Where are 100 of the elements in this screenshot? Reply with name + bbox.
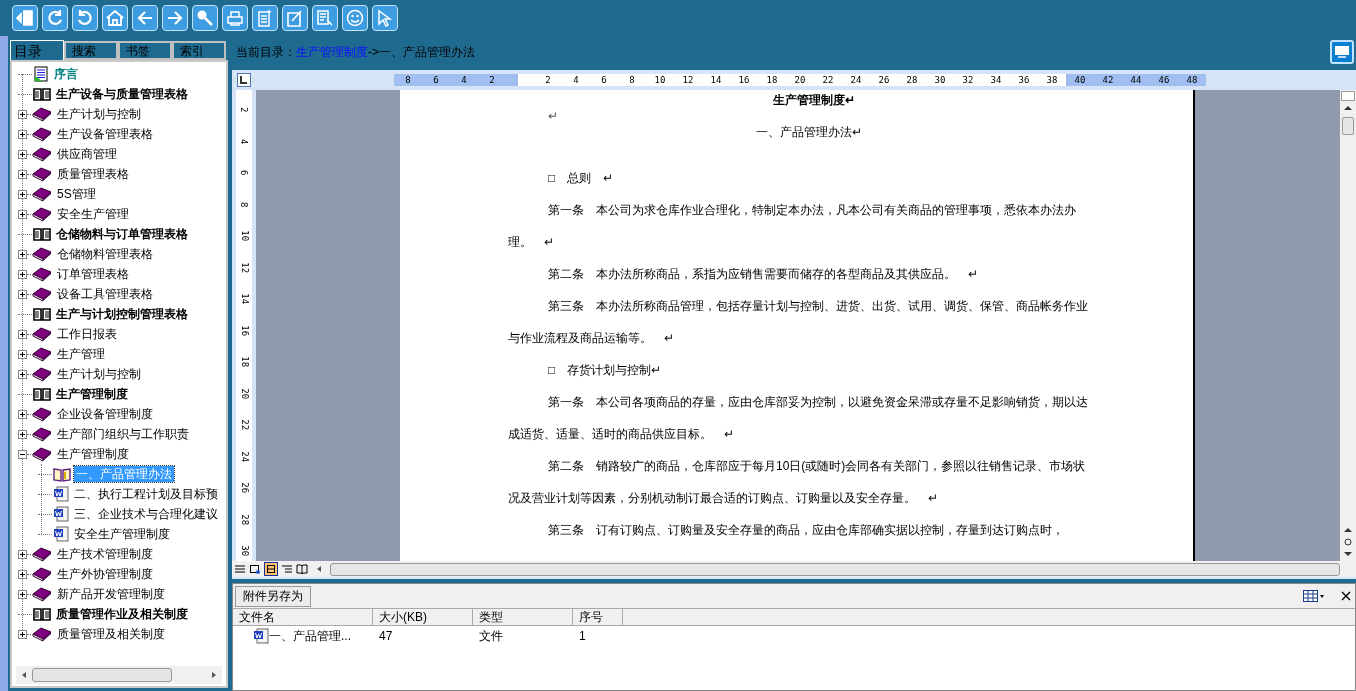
close-icon[interactable] — [1341, 591, 1351, 601]
word-document-icon — [53, 506, 69, 522]
expand-toggle[interactable] — [18, 409, 27, 419]
tree-item[interactable]: 三、企业技术与合理化建议 — [72, 506, 220, 522]
column-header[interactable]: 大小(KB) — [373, 609, 473, 625]
search-button[interactable] — [192, 5, 218, 31]
expand-toggle[interactable] — [18, 209, 27, 219]
expand-toggle[interactable] — [18, 369, 27, 379]
ruler-number: 32 — [961, 74, 975, 86]
edit-button[interactable] — [282, 5, 308, 31]
tree-item[interactable]: 生产外协管理制度 — [55, 566, 155, 582]
scroll-right-icon — [210, 671, 218, 679]
forward-button[interactable] — [162, 5, 188, 31]
web-view-icon[interactable] — [249, 563, 261, 575]
tree-item[interactable]: 生产部门组织与工作职责 — [55, 426, 191, 442]
reload-button[interactable] — [72, 5, 98, 31]
pointer-button[interactable] — [372, 5, 398, 31]
section-heading: □ 存货计划与控制↵ — [547, 362, 663, 379]
document-plus-icon — [256, 9, 274, 27]
refresh-button[interactable] — [42, 5, 68, 31]
tree-item[interactable]: 订单管理表格 — [55, 266, 131, 282]
column-header[interactable]: 类型 — [473, 609, 573, 625]
book-icon — [32, 106, 52, 122]
smiley-icon — [346, 9, 364, 27]
scroll-thumb[interactable] — [1342, 117, 1354, 135]
normal-view-icon[interactable] — [234, 563, 246, 575]
book-icon — [32, 546, 52, 562]
table-cell-text: 47 — [378, 628, 394, 645]
tree-item[interactable]: 工作日报表 — [55, 326, 119, 342]
tree-item[interactable]: 安全生产管理制度 — [72, 526, 172, 542]
tree-item[interactable]: 质量管理及相关制度 — [55, 626, 167, 642]
exit-button[interactable] — [12, 5, 38, 31]
home-button[interactable] — [102, 5, 128, 31]
column-header[interactable]: 序号 — [573, 609, 623, 625]
book-icon — [32, 246, 52, 262]
save-attachment-button[interactable]: 附件另存为 — [235, 585, 311, 607]
expand-toggle[interactable] — [18, 189, 27, 199]
tree-item[interactable]: 5S管理 — [55, 186, 98, 202]
tree-item[interactable]: 生产设备与质量管理表格 — [54, 86, 190, 102]
printer-icon — [226, 9, 244, 27]
sidebar-tab[interactable]: 书签 — [118, 41, 172, 60]
tree-item[interactable]: 安全生产管理 — [55, 206, 131, 222]
expand-toggle[interactable] — [18, 169, 27, 179]
tree-item[interactable]: 质量管理作业及相关制度 — [54, 606, 190, 622]
expand-toggle[interactable] — [18, 569, 27, 579]
table-cell-text: 1 — [578, 628, 587, 645]
expand-toggle[interactable] — [18, 329, 27, 339]
sidebar-tab[interactable]: 索引 — [172, 41, 226, 60]
expand-toggle[interactable] — [18, 129, 27, 139]
tree-item[interactable]: 生产管理 — [55, 346, 107, 362]
back-button[interactable] — [132, 5, 158, 31]
tree-item[interactable]: 生产计划与控制 — [55, 106, 143, 122]
outline-view-icon[interactable] — [281, 563, 293, 575]
tree-item[interactable]: 仓储物料管理表格 — [55, 246, 155, 262]
tree-item[interactable]: 生产与计划控制管理表格 — [54, 306, 190, 322]
table-view-icon[interactable] — [1303, 590, 1325, 602]
tree-item[interactable]: 二、执行工程计划及目标预 — [72, 486, 220, 502]
expand-toggle[interactable] — [18, 629, 27, 639]
expand-toggle[interactable] — [18, 589, 27, 599]
tree-item[interactable]: 生产设备管理表格 — [55, 126, 155, 142]
tree-item[interactable]: 生产技术管理制度 — [55, 546, 155, 562]
tree-item[interactable]: 企业设备管理制度 — [55, 406, 155, 422]
tree-item[interactable]: 生产管理制度 — [54, 386, 130, 402]
monitor-button[interactable] — [1330, 40, 1354, 64]
vertical-scrollbar[interactable] — [1340, 90, 1356, 561]
tree-item[interactable]: 质量管理表格 — [55, 166, 131, 182]
scroll-left-icon — [315, 565, 323, 573]
tree-item[interactable]: 生产计划与控制 — [55, 366, 143, 382]
tab-stop-icon[interactable] — [237, 73, 251, 87]
ruler-number: 30 — [933, 74, 947, 86]
horizontal-scrollbar[interactable] — [330, 562, 1340, 576]
ruler-number: 6 — [238, 170, 251, 176]
tree-item[interactable]: 新产品开发管理制度 — [55, 586, 167, 602]
arrow-left-icon — [136, 9, 154, 27]
tree-item[interactable]: 仓储物料与订单管理表格 — [54, 226, 190, 242]
sidebar-tab[interactable]: 目录 — [10, 40, 64, 60]
expand-toggle[interactable] — [18, 289, 27, 299]
print-button[interactable] — [222, 5, 248, 31]
expand-toggle[interactable] — [18, 429, 27, 439]
smiley-button[interactable] — [342, 5, 368, 31]
tree-item[interactable]: 设备工具管理表格 — [55, 286, 155, 302]
ruler-number: 46 — [1157, 74, 1171, 86]
column-header[interactable]: 文件名 — [233, 609, 373, 625]
expand-toggle[interactable] — [18, 249, 27, 259]
book-icon — [32, 446, 52, 462]
page-view-icon[interactable] — [264, 562, 278, 576]
tree-item[interactable]: 生产管理制度 — [55, 446, 131, 462]
reading-view-icon[interactable] — [296, 563, 308, 575]
tree-item[interactable]: 供应商管理 — [55, 146, 119, 162]
sidebar-tab[interactable]: 搜索 — [64, 41, 118, 60]
split-handle[interactable] — [1341, 91, 1355, 101]
tree-item[interactable]: 序言 — [52, 66, 80, 82]
horizontal-scrollbar[interactable] — [16, 666, 222, 684]
expand-toggle[interactable] — [18, 109, 27, 119]
expand-toggle[interactable] — [18, 449, 27, 459]
expand-toggle[interactable] — [18, 149, 27, 159]
expand-toggle[interactable] — [18, 349, 27, 359]
expand-toggle[interactable] — [18, 269, 27, 279]
edit-document-icon — [286, 9, 304, 27]
expand-toggle[interactable] — [18, 549, 27, 559]
